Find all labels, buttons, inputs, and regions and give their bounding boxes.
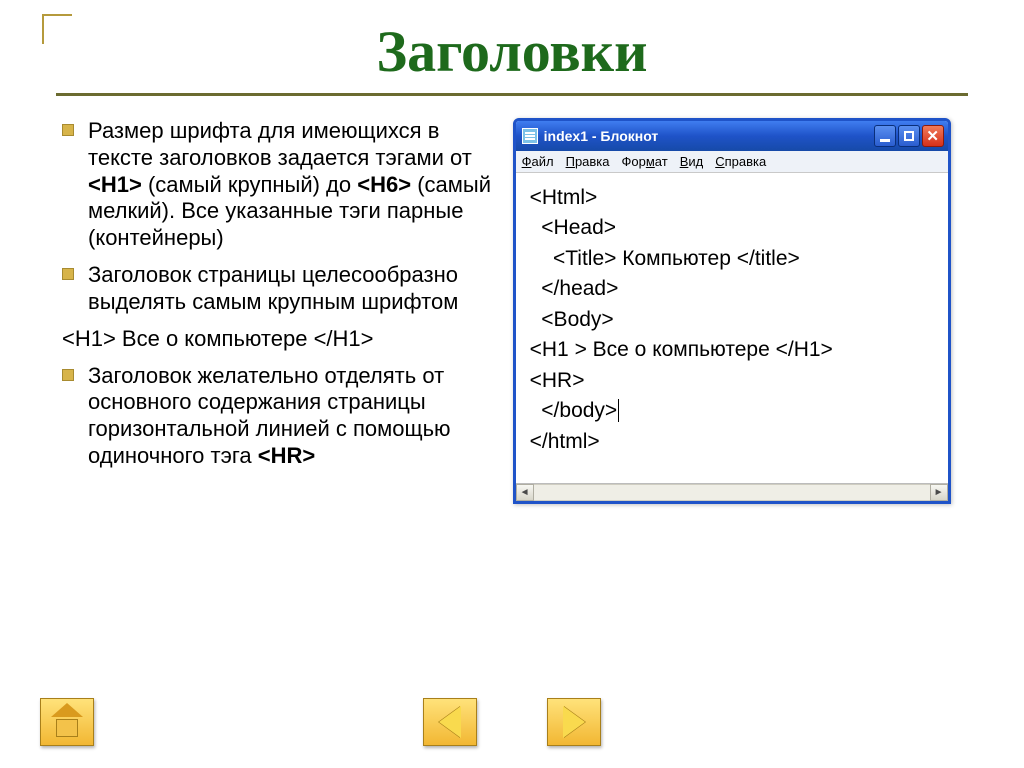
tag-hr: <HR> <box>258 443 315 468</box>
slide: Заголовки Размер шрифта для имеющихся в … <box>0 0 1024 768</box>
text: <H1> Все о компьютере </H1> <box>62 326 374 351</box>
notepad-icon <box>522 128 538 144</box>
minimize-button[interactable] <box>874 125 896 147</box>
scroll-right-icon[interactable]: ► <box>930 484 948 501</box>
title-area: Заголовки <box>28 14 996 104</box>
window-titlebar[interactable]: index1 - Блокнот ✕ <box>516 121 948 151</box>
home-button[interactable] <box>40 698 94 746</box>
bullet-item-2: Заголовок страницы целесообразно выделят… <box>62 262 493 316</box>
bullet-icon <box>62 369 74 381</box>
bullet-item-1: Размер шрифта для имеющихся в тексте заг… <box>62 118 493 252</box>
code-line: </html> <box>530 427 944 457</box>
code-line: <Html> <box>530 183 944 213</box>
menu-file[interactable]: Файл <box>522 154 554 169</box>
menu-edit[interactable]: Правка <box>566 154 610 169</box>
arrow-left-icon <box>439 706 461 738</box>
bullet-icon <box>62 124 74 136</box>
code-line: <Head> <box>530 213 944 243</box>
menu-bar: Файл Правка Формат Вид Справка <box>516 151 948 173</box>
code-line: <Body> <box>530 305 944 335</box>
bullet-item-3: Заголовок желательно отделять от основно… <box>62 363 493 470</box>
screenshot-area: index1 - Блокнот ✕ Файл Правка Формат Ви… <box>513 118 996 504</box>
text: (самый крупный) до <box>142 172 357 197</box>
slide-title: Заголовки <box>28 18 996 85</box>
arrow-right-icon <box>563 706 585 738</box>
code-example-line: <H1> Все о компьютере </H1> <box>62 326 493 353</box>
menu-help[interactable]: Справка <box>715 154 766 169</box>
window-title: index1 - Блокнот <box>544 128 659 144</box>
bullet-icon <box>62 268 74 280</box>
scroll-track[interactable] <box>534 484 930 501</box>
title-underline <box>56 93 968 96</box>
next-button[interactable] <box>547 698 601 746</box>
code-line: <H1 > Все о компьютере </H1> <box>530 335 944 365</box>
code-line: <HR> <box>530 366 944 396</box>
scroll-left-icon[interactable]: ◄ <box>516 484 534 501</box>
content-row: Размер шрифта для имеющихся в тексте заг… <box>28 118 996 504</box>
nav-buttons <box>0 698 1024 746</box>
tag-h6: <H6> <box>357 172 411 197</box>
code-line: </body> <box>530 396 944 426</box>
tag-h1: <H1> <box>88 172 142 197</box>
notepad-window: index1 - Блокнот ✕ Файл Правка Формат Ви… <box>513 118 951 504</box>
menu-format[interactable]: Формат <box>622 154 668 169</box>
menu-view[interactable]: Вид <box>680 154 704 169</box>
horizontal-scrollbar[interactable]: ◄ ► <box>516 483 948 501</box>
editor-area[interactable]: <Html> <Head> <Title> Компьютер </title>… <box>516 173 948 483</box>
text: Заголовок страницы целесообразно выделят… <box>88 262 458 314</box>
maximize-button[interactable] <box>898 125 920 147</box>
close-button[interactable]: ✕ <box>922 125 944 147</box>
text: Размер шрифта для имеющихся в тексте заг… <box>88 118 472 170</box>
prev-button[interactable] <box>423 698 477 746</box>
code-line: </head> <box>530 274 944 304</box>
code-line: <Title> Компьютер </title> <box>530 244 944 274</box>
bullet-list: Размер шрифта для имеющихся в тексте заг… <box>28 118 493 504</box>
home-icon <box>50 707 84 737</box>
